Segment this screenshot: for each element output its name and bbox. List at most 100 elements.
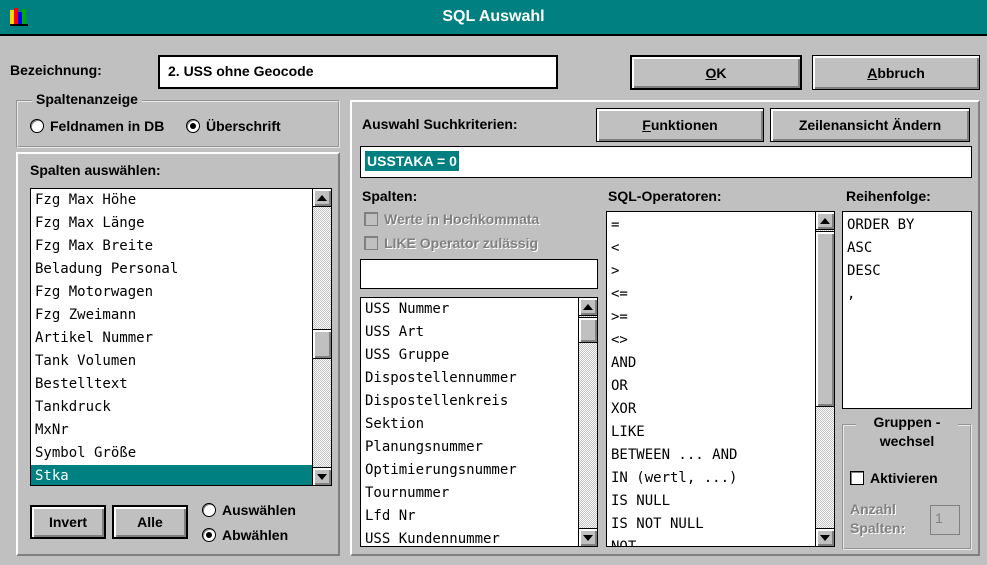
operators-list[interactable]: = < > <= >= <> AND OR XOR LIKE BETWEEN .… (606, 211, 835, 547)
order-list[interactable]: ORDER BY ASC DESC , (842, 211, 972, 409)
list-item[interactable]: BETWEEN ... AND (607, 444, 834, 467)
radio-select-circle[interactable] (202, 503, 216, 517)
group-change-legend: Gruppen - wechsel (856, 413, 958, 451)
row-view-button[interactable]: Zeilenansicht Ändern (770, 108, 970, 142)
list-item[interactable]: , (843, 283, 971, 306)
list-item[interactable]: IS NOT NULL (607, 513, 834, 536)
functions-mnemonic: F (642, 117, 651, 133)
chevron-down-icon (583, 534, 593, 541)
list-item[interactable]: < (607, 237, 834, 260)
all-button[interactable]: Alle (112, 505, 188, 539)
list-item[interactable]: Dispostellenkreis (361, 390, 597, 413)
list-item[interactable]: Artikel Nummer (31, 327, 331, 350)
list-item[interactable]: USS Gruppe (361, 344, 597, 367)
list-item[interactable]: MxNr (31, 419, 331, 442)
radio-deselect[interactable]: Abwählen (202, 527, 288, 543)
radio-select[interactable]: Auswählen (202, 502, 296, 518)
list-item[interactable]: IS NULL (607, 490, 834, 513)
list-item[interactable]: Bestelltext (31, 373, 331, 396)
scroll-up-button[interactable] (579, 298, 597, 316)
column-select-title: Spalten auswählen: (30, 162, 161, 178)
scroll-down-button[interactable] (579, 528, 597, 546)
list-item[interactable]: Lfd Nr (361, 505, 597, 528)
list-item[interactable]: IN (wertl, ...) (607, 467, 834, 490)
radio-deselect-circle[interactable] (202, 528, 216, 542)
list-item[interactable]: ORDER BY (843, 214, 971, 237)
list-item[interactable]: >= (607, 306, 834, 329)
list-item[interactable]: Beladung Personal (31, 258, 331, 281)
chevron-down-icon (820, 534, 830, 541)
scroll-thumb[interactable] (579, 317, 597, 343)
scroll-down-button[interactable] (313, 467, 331, 485)
radio-field-names-circle[interactable] (30, 119, 44, 133)
ok-mnemonic: O (705, 64, 717, 81)
list-item[interactable]: <= (607, 283, 834, 306)
checkbox-like[interactable]: LIKE Operator zulässig (364, 235, 538, 251)
list-item[interactable]: > (607, 260, 834, 283)
list-item[interactable]: <> (607, 329, 834, 352)
column-select-list[interactable]: Fzg Max Höhe Fzg Max Länge Fzg Max Breit… (30, 188, 332, 486)
chevron-up-icon (583, 303, 593, 310)
checkbox-activate[interactable]: Aktivieren (850, 470, 938, 486)
scroll-thumb[interactable] (816, 231, 834, 407)
criteria-label: Auswahl Suchkriterien: (362, 116, 518, 132)
list-item[interactable]: LIKE (607, 421, 834, 444)
title-bar[interactable]: SQL Auswahl (0, 0, 987, 36)
scroll-up-button[interactable] (816, 212, 834, 230)
columns-list[interactable]: USS Nummer USS Art USS Gruppe Dispostell… (360, 297, 598, 547)
list-item[interactable]: Planungsnummer (361, 436, 597, 459)
scroll-up-button[interactable] (313, 189, 331, 207)
checkbox-like-box[interactable] (364, 236, 378, 250)
list-item[interactable]: Sektion (361, 413, 597, 436)
list-item[interactable]: Fzg Max Höhe (31, 189, 331, 212)
column-display-legend: Spaltenanzeige (32, 91, 142, 107)
column-count-label: Anzahl Spalten: (850, 501, 906, 536)
criteria-expression: USSTAKA = 0 (365, 151, 459, 171)
list-item[interactable]: Fzg Zweimann (31, 304, 331, 327)
list-item[interactable]: AND (607, 352, 834, 375)
operators-scrollbar[interactable] (815, 212, 834, 546)
radio-caption[interactable]: Überschrift (186, 118, 281, 134)
list-item[interactable]: NOT (607, 536, 834, 546)
list-item[interactable]: OR (607, 375, 834, 398)
column-select-scrollbar[interactable] (312, 189, 331, 485)
list-item[interactable]: Fzg Motorwagen (31, 281, 331, 304)
list-item[interactable]: Dispostellennummer (361, 367, 597, 390)
scroll-thumb[interactable] (313, 329, 331, 359)
list-item[interactable]: USS Nummer (361, 298, 597, 321)
criteria-input[interactable]: USSTAKA = 0 (360, 146, 972, 178)
functions-button[interactable]: Funktionen (596, 108, 764, 142)
chevron-down-icon (317, 473, 327, 480)
list-item[interactable]: ASC (843, 237, 971, 260)
list-item[interactable]: = (607, 214, 834, 237)
list-item[interactable]: XOR (607, 398, 834, 421)
columns-scrollbar[interactable] (578, 298, 597, 546)
list-item[interactable]: USS Kundennummer (361, 528, 597, 546)
designation-label: Bezeichnung: (10, 62, 102, 78)
list-item[interactable]: Tank Volumen (31, 350, 331, 373)
cancel-button[interactable]: Abbruch (812, 55, 980, 90)
radio-field-names[interactable]: Feldnamen in DB (30, 118, 164, 134)
radio-caption-circle[interactable] (186, 119, 200, 133)
list-item[interactable]: DESC (843, 260, 971, 283)
columns-filter-input[interactable] (360, 259, 598, 289)
chevron-up-icon (820, 217, 830, 224)
list-item[interactable]: Tankdruck (31, 396, 331, 419)
list-item[interactable]: Symbol Größe (31, 442, 331, 465)
ok-button[interactable]: OK (630, 55, 802, 90)
designation-input[interactable]: 2. USS ohne Geocode (158, 55, 558, 89)
list-item[interactable]: Optimierungsnummer (361, 459, 597, 482)
checkbox-quotes-box[interactable] (364, 212, 378, 226)
columns-title: Spalten: (362, 188, 418, 204)
column-count-input[interactable]: 1 (930, 505, 960, 535)
list-item[interactable]: USS Art (361, 321, 597, 344)
scroll-down-button[interactable] (816, 528, 834, 546)
invert-button[interactable]: Invert (30, 505, 106, 539)
list-item-selected[interactable]: Stka (31, 465, 331, 485)
checkbox-quotes[interactable]: Werte in Hochkommata (364, 211, 539, 227)
list-item[interactable]: Fzg Max Länge (31, 212, 331, 235)
window-title: SQL Auswahl (442, 8, 545, 25)
list-item[interactable]: Fzg Max Breite (31, 235, 331, 258)
list-item[interactable]: Tournummer (361, 482, 597, 505)
checkbox-activate-box[interactable] (850, 471, 864, 485)
